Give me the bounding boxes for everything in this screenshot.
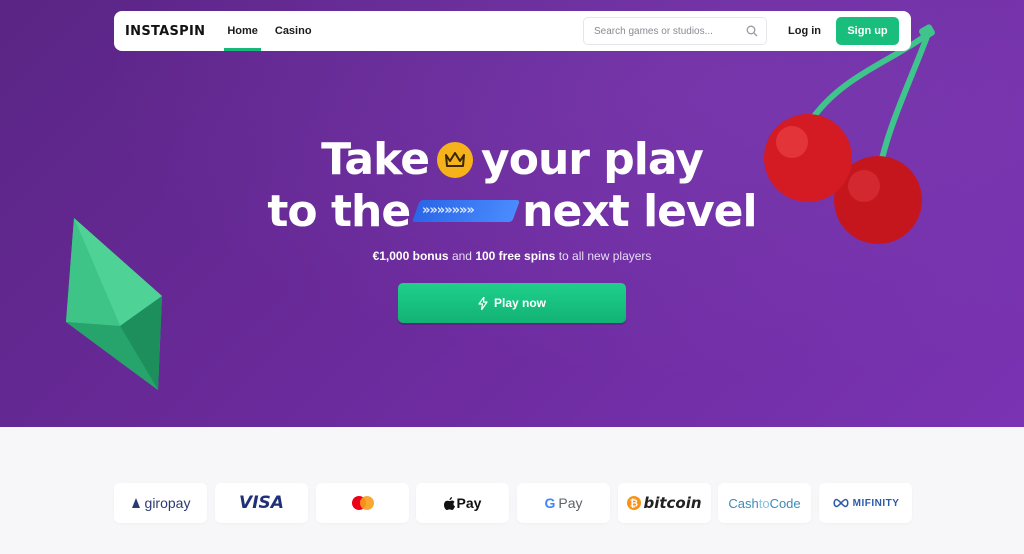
play-now-button[interactable]: Play now bbox=[398, 283, 626, 323]
play-now-label: Play now bbox=[493, 296, 546, 310]
apple-icon bbox=[443, 496, 455, 510]
infinity-icon bbox=[833, 498, 849, 508]
free-spins: 100 free spins bbox=[475, 249, 556, 263]
search-input[interactable]: Search games or studios... bbox=[583, 17, 767, 45]
headline-line-2: to the »»»»»»» next level bbox=[0, 186, 1024, 237]
bitcoin-icon: ₿ bbox=[627, 496, 642, 510]
google-pay-text: Pay bbox=[558, 495, 583, 511]
mastercard-logo bbox=[316, 483, 409, 523]
lightning-icon bbox=[478, 296, 488, 310]
visa-logo: VISA bbox=[215, 483, 308, 523]
headline-next-level: next level bbox=[522, 186, 757, 237]
headline-your-play: your play bbox=[481, 134, 704, 185]
top-navbar: INSTASPIN Home Casino Search games or st… bbox=[114, 11, 911, 51]
mastercard-icon bbox=[351, 496, 374, 510]
cashtocode-code: Code bbox=[769, 495, 801, 511]
bitcoin-logo: ₿ bitcoin bbox=[618, 483, 711, 523]
giropay-text: giropay bbox=[144, 495, 191, 511]
subtitle-and: and bbox=[448, 249, 476, 263]
search-placeholder: Search games or studios... bbox=[594, 25, 713, 37]
signup-button[interactable]: Sign up bbox=[836, 17, 899, 45]
google-g-icon: G bbox=[544, 495, 556, 511]
green-gem-decoration bbox=[66, 218, 162, 390]
login-button[interactable]: Log in bbox=[788, 11, 821, 51]
bitcoin-text: bitcoin bbox=[643, 494, 702, 512]
payment-methods-row: giropay VISA Pay G Pay ₿ bitcoin CashtoC… bbox=[114, 483, 912, 523]
apple-pay-logo: Pay bbox=[416, 483, 509, 523]
apple-pay-text: Pay bbox=[456, 495, 482, 511]
giropay-logo: giropay bbox=[114, 483, 207, 523]
giropay-icon bbox=[131, 498, 140, 508]
headline-line-1: Take your play bbox=[0, 134, 1024, 185]
arrows-glyphs: »»»»»»» bbox=[422, 203, 474, 218]
headline-to-the: to the bbox=[267, 186, 411, 237]
hero-subtitle: €1,000 bonus and 100 free spins to all n… bbox=[0, 249, 1024, 263]
bonus-amount: €1,000 bonus bbox=[372, 249, 449, 263]
search-icon bbox=[746, 25, 758, 37]
cashtocode-text: CashtoCode bbox=[728, 496, 800, 511]
svg-text:₿: ₿ bbox=[630, 498, 638, 510]
mifinity-text: MIFINITY bbox=[852, 497, 900, 509]
crown-icon bbox=[437, 142, 474, 178]
instaspin-logo[interactable]: INSTASPIN bbox=[125, 24, 205, 39]
mifinity-logo: MIFINITY bbox=[819, 483, 912, 523]
cashtocode-logo: CashtoCode bbox=[718, 483, 811, 523]
cashtocode-cash: Cash bbox=[728, 495, 759, 511]
cashtocode-to: to bbox=[758, 495, 770, 511]
nav-home-link[interactable]: Home bbox=[224, 11, 261, 51]
subtitle-rest: to all new players bbox=[555, 249, 652, 263]
headline-take: Take bbox=[321, 134, 430, 185]
google-pay-logo: G Pay bbox=[517, 483, 610, 523]
visa-text: VISA bbox=[239, 493, 284, 513]
nav-casino-link[interactable]: Casino bbox=[275, 11, 312, 51]
arrows-badge-icon: »»»»»»» bbox=[412, 200, 521, 222]
